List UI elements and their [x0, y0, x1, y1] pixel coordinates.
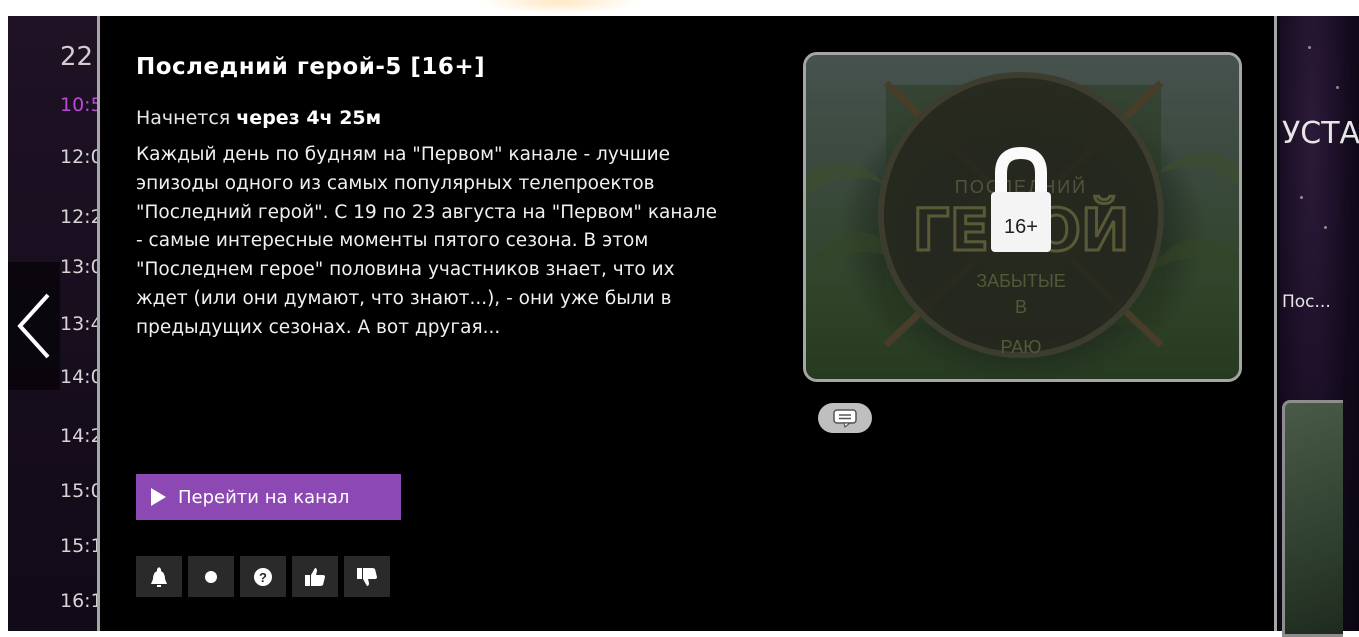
time-slot[interactable]: 10:5	[60, 94, 98, 116]
time-slot[interactable]: 16:1	[60, 590, 98, 612]
program-title: Последний герой-5 [16+]	[136, 54, 486, 80]
svg-text:?: ?	[259, 570, 267, 585]
reminder-button[interactable]	[136, 556, 182, 597]
poster-artwork: ПОСЛЕДНИЙ ГЕРОЙ ЗАБЫТЫЕ В РАЮ 16+	[806, 55, 1239, 379]
right-channel-title: УСТА	[1282, 116, 1359, 151]
previous-arrow-button[interactable]	[8, 262, 60, 390]
chevron-left-icon	[17, 293, 50, 359]
time-slot[interactable]: 12:2	[60, 206, 98, 228]
time-slot[interactable]: 15:1	[60, 535, 98, 557]
date-day: 22	[60, 42, 94, 72]
time-slot[interactable]: 13:4	[60, 313, 98, 335]
starts-countdown: через 4ч 25м	[236, 107, 382, 129]
program-description: Каждый день по будням на "Первом" канале…	[136, 144, 717, 338]
top-band	[0, 0, 1359, 16]
action-icon-bar: ?	[136, 556, 390, 597]
time-slot[interactable]: 15:0	[60, 480, 98, 502]
dislike-button[interactable]	[344, 556, 390, 597]
time-slot[interactable]: 14:0	[60, 366, 98, 388]
play-icon	[151, 488, 166, 506]
record-button[interactable]	[188, 556, 234, 597]
speech-bubble-icon	[833, 409, 857, 429]
help-icon: ?	[254, 567, 272, 586]
thumbs-down-icon	[357, 567, 377, 586]
watermark	[480, 0, 640, 14]
go-to-channel-label: Перейти на канал	[178, 486, 350, 508]
thumbs-up-icon	[305, 567, 325, 586]
age-rating-badge: 16+	[1004, 216, 1038, 238]
bell-icon	[151, 566, 167, 587]
time-slot[interactable]: 13:0	[60, 256, 98, 278]
time-slot[interactable]: 14:2	[60, 425, 98, 447]
right-program-item[interactable]: Пос...	[1282, 292, 1331, 312]
like-button[interactable]	[292, 556, 338, 597]
right-program-thumbnail[interactable]	[1282, 400, 1343, 637]
comments-button[interactable]	[818, 403, 872, 433]
go-to-channel-button[interactable]: Перейти на канал	[136, 474, 401, 520]
record-icon	[205, 570, 217, 583]
program-poster[interactable]: ПОСЛЕДНИЙ ГЕРОЙ ЗАБЫТЫЕ В РАЮ 16+	[803, 52, 1242, 382]
help-button[interactable]: ?	[240, 556, 286, 597]
program-start-info: Начнется через 4ч 25м	[136, 107, 381, 129]
time-slot[interactable]: 12:0	[60, 146, 98, 168]
starts-prefix: Начнется	[136, 107, 231, 129]
